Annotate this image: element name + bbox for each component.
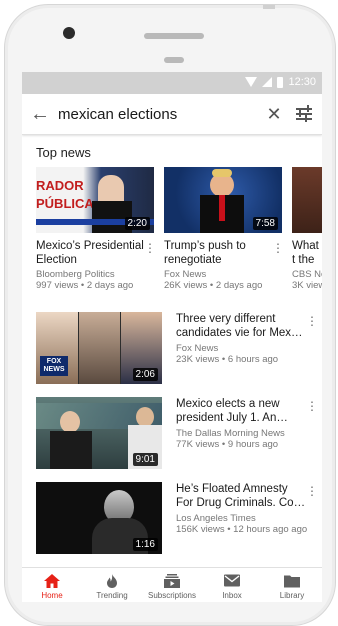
- speaker-grille: [144, 33, 204, 39]
- filter-icon[interactable]: [288, 104, 322, 124]
- more-options-icon[interactable]: ⋮: [306, 485, 318, 497]
- top-news-carousel[interactable]: RADOR PÚBLICA 2:20 Mexico’s Presidential…: [22, 167, 322, 303]
- search-bar: ← mexican elections ✕: [22, 94, 322, 135]
- channel-name: CBS Ne: [292, 269, 322, 280]
- video-duration: 7:58: [252, 217, 278, 230]
- more-options-icon[interactable]: ⋮: [144, 242, 156, 254]
- video-title[interactable]: Mexico’s Presidential Election Campaign…: [36, 239, 144, 267]
- folder-icon: [284, 575, 300, 588]
- video-meta: 3K view: [292, 280, 322, 291]
- more-options-icon[interactable]: ⋮: [306, 315, 318, 327]
- thumbnail-banner-text: RADOR PÚBLICA: [36, 178, 94, 211]
- video-duration: 1:16: [132, 538, 158, 551]
- video-title[interactable]: What t the Mex: [292, 239, 322, 267]
- signal-icon: [262, 77, 273, 87]
- video-thumbnail[interactable]: RADOR PÚBLICA 2:20: [36, 167, 154, 233]
- channel-name: Fox News: [176, 343, 219, 354]
- top-news-card[interactable]: What t the Mex CBS Ne 3K view: [292, 167, 322, 291]
- channel-name: Fox News: [164, 269, 207, 280]
- list-item[interactable]: 9:01 Mexico elects a new president July …: [36, 397, 318, 471]
- nav-label: Subscriptions: [147, 591, 197, 600]
- back-arrow-icon[interactable]: ←: [22, 103, 58, 126]
- mail-icon: [224, 574, 240, 587]
- fox-news-logo: FOX NEWS: [40, 356, 68, 376]
- more-options-icon[interactable]: ⋮: [272, 242, 284, 254]
- top-news-card[interactable]: 7:58 Trump’s push to renegotiate NAFTA… …: [164, 167, 282, 291]
- battery-icon: [277, 76, 284, 88]
- nav-library[interactable]: Library: [262, 568, 322, 602]
- phone-button: [263, 5, 275, 9]
- video-title[interactable]: Three very different candidates vie for …: [176, 312, 306, 340]
- more-options-icon[interactable]: ⋮: [306, 400, 318, 412]
- video-thumbnail[interactable]: FOX NEWS 2:06: [36, 312, 162, 384]
- video-meta: 26K views • 2 days ago: [164, 280, 263, 291]
- channel-name: The Dallas Morning News: [176, 428, 285, 439]
- bottom-navigation: Home Trending Subscriptions Inbox Librar…: [22, 567, 322, 602]
- video-thumbnail[interactable]: 7:58: [164, 167, 282, 233]
- subscriptions-icon: [164, 574, 180, 588]
- video-title[interactable]: Mexico elects a new president July 1. An…: [176, 397, 306, 425]
- status-bar: 12:30: [22, 72, 322, 94]
- video-meta: 156K views • 12 hours ago ago: [176, 524, 308, 535]
- sensor: [164, 57, 184, 63]
- video-meta: 23K views • 6 hours ago: [176, 354, 279, 365]
- wifi-icon: [245, 77, 258, 87]
- top-news-card[interactable]: RADOR PÚBLICA 2:20 Mexico’s Presidential…: [36, 167, 154, 291]
- nav-label: Home: [41, 591, 63, 600]
- channel-name: Bloomberg Politics: [36, 269, 115, 280]
- video-title[interactable]: Trump’s push to renegotiate NAFTA…: [164, 239, 272, 267]
- close-icon[interactable]: ✕: [260, 104, 288, 125]
- search-input[interactable]: mexican elections: [58, 106, 260, 123]
- flame-icon: [107, 574, 117, 588]
- video-meta: 77K views • 9 hours ago: [176, 439, 279, 450]
- video-duration: 2:20: [124, 217, 150, 230]
- video-meta: 997 views • 2 days ago: [36, 280, 134, 291]
- video-title[interactable]: He’s Floated Amnesty For Drug Criminals.…: [176, 482, 306, 510]
- nav-subscriptions[interactable]: Subscriptions: [142, 568, 202, 602]
- nav-inbox[interactable]: Inbox: [202, 568, 262, 602]
- front-camera: [63, 27, 75, 39]
- list-item[interactable]: 1:16 He’s Floated Amnesty For Drug Crimi…: [36, 482, 318, 556]
- home-icon: [44, 574, 60, 588]
- nav-home[interactable]: Home: [22, 568, 82, 602]
- video-thumbnail[interactable]: 9:01: [36, 397, 162, 469]
- channel-name: Los Angeles Times: [176, 513, 256, 524]
- nav-trending[interactable]: Trending: [82, 568, 142, 602]
- video-duration: 9:01: [132, 453, 158, 466]
- section-title: Top news: [36, 145, 91, 160]
- screen: 12:30 ← mexican elections ✕ Top news RAD…: [22, 72, 322, 602]
- status-time: 12:30: [288, 76, 316, 88]
- nav-label: Inbox: [222, 591, 242, 600]
- video-thumbnail[interactable]: 1:16: [36, 482, 162, 554]
- video-duration: 2:06: [132, 368, 158, 381]
- nav-label: Library: [279, 591, 305, 600]
- video-thumbnail[interactable]: [292, 167, 322, 233]
- list-item[interactable]: FOX NEWS 2:06 Three very different candi…: [36, 312, 318, 386]
- nav-label: Trending: [96, 591, 128, 600]
